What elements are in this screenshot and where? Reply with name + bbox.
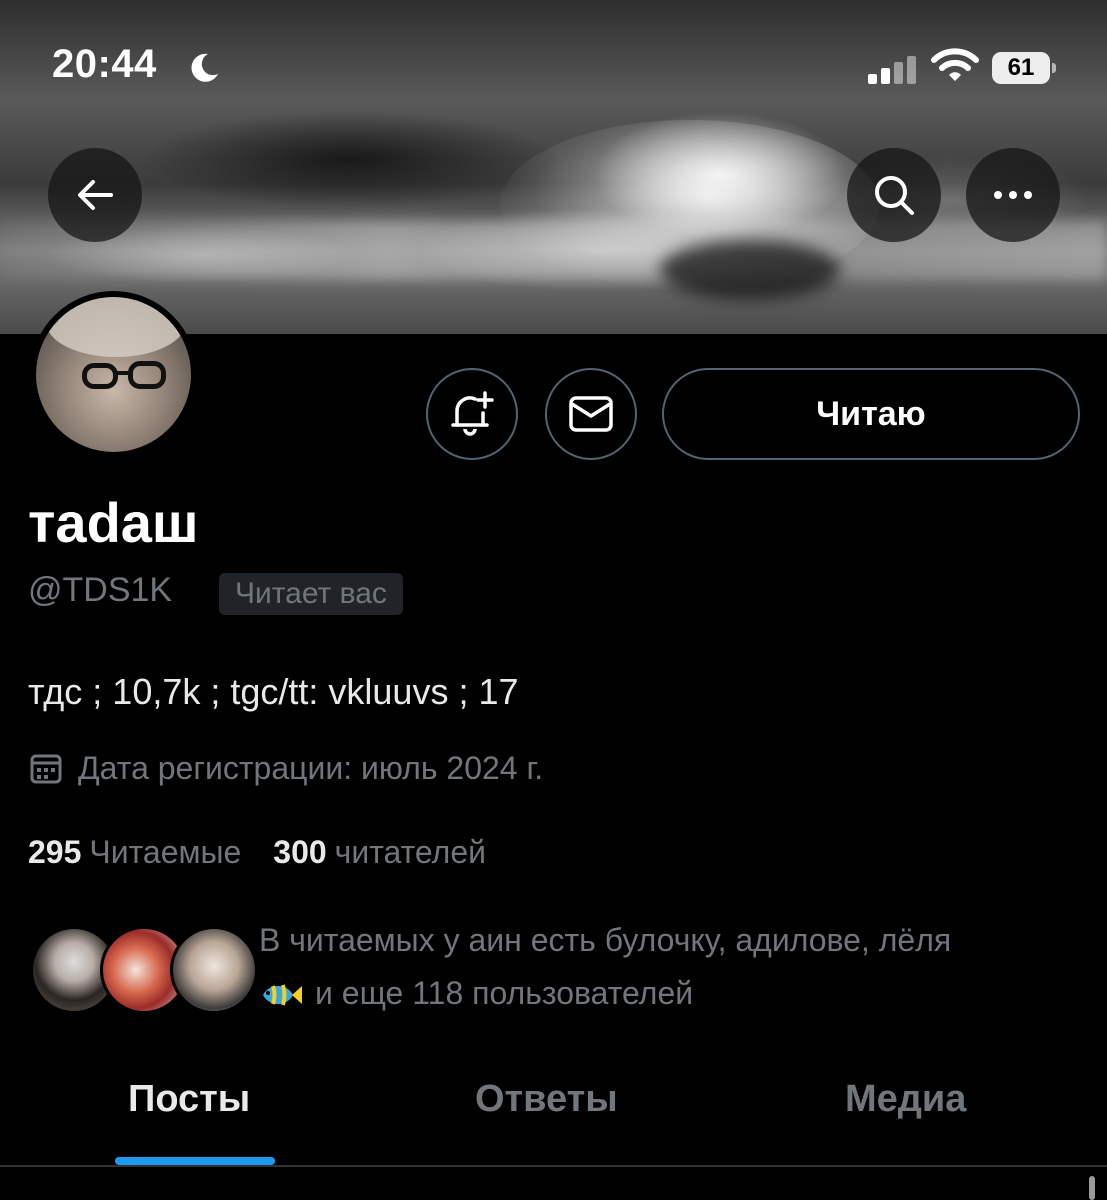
- following-label: Читаемые: [89, 834, 242, 870]
- active-tab-indicator: [115, 1157, 275, 1165]
- join-date-text: Дата регистрации: июль 2024 г.: [78, 749, 544, 786]
- following-link[interactable]: 295 Читаемые: [28, 834, 241, 871]
- banner-wave-foam-lower: [0, 220, 1107, 280]
- avatar-hair: [46, 297, 186, 357]
- avatar-glasses-right: [128, 361, 166, 389]
- following-button[interactable]: Читаю: [662, 368, 1080, 460]
- handle: @TDS1K: [28, 571, 173, 609]
- bio: тдс ; 10,7k ; tgc/tt: vkluuvs ; 17: [28, 671, 519, 712]
- known-followers-line2: и еще 118 пользователей: [315, 975, 694, 1011]
- followers-link[interactable]: 300 читателей: [273, 834, 486, 871]
- profile-avatar[interactable]: [30, 291, 197, 458]
- search-button[interactable]: [847, 148, 941, 242]
- join-date: Дата регистрации: июль 2024 г.: [28, 750, 543, 786]
- known-follower-avatar: [170, 926, 258, 1014]
- profile-tabs: Посты Ответы Медиа: [0, 1050, 1107, 1166]
- known-followers-avatars[interactable]: [30, 926, 258, 1016]
- wifi-icon: [931, 48, 979, 81]
- status-time: 20:44: [52, 42, 157, 86]
- battery-cap: [1052, 63, 1056, 73]
- more-icon: [994, 191, 1032, 199]
- tropical-fish-icon: [263, 984, 302, 1006]
- more-button[interactable]: [966, 148, 1060, 242]
- display-name: тadаш: [28, 491, 199, 554]
- battery-level: 61: [1007, 54, 1035, 81]
- followers-count: 300: [273, 834, 327, 870]
- known-followers-line1: В читаемых у аин есть булочку, адилове, …: [259, 922, 952, 958]
- scrollbar[interactable]: [1089, 1176, 1095, 1200]
- signal-icon: [868, 56, 916, 84]
- avatar-glasses-left: [82, 363, 118, 389]
- bell-plus-icon: [451, 391, 494, 436]
- mail-icon: [569, 396, 613, 432]
- follow-stats: 295 Читаемые 300 читателей: [28, 834, 518, 871]
- tab-replies[interactable]: Ответы: [475, 1078, 618, 1121]
- notifications-button[interactable]: [426, 368, 518, 460]
- back-arrow-icon: [78, 180, 113, 210]
- banner-wave-shadow: [660, 240, 840, 300]
- tab-posts[interactable]: Посты: [128, 1078, 250, 1121]
- following-count: 295: [28, 834, 82, 870]
- followers-label: читателей: [334, 834, 486, 870]
- moon-icon: [191, 53, 218, 82]
- tabs-divider: [0, 1165, 1107, 1167]
- search-icon: [875, 176, 914, 215]
- battery-icon: 61: [992, 52, 1056, 84]
- message-button[interactable]: [545, 368, 637, 460]
- known-followers-line2-wrap: и еще 118 пользователей: [259, 967, 1079, 1020]
- calendar-icon: [30, 754, 62, 784]
- follows-you-badge: Читает вас: [219, 573, 403, 615]
- known-followers-text[interactable]: В читаемых у аин есть булочку, адилове, …: [259, 914, 1079, 1020]
- tab-media[interactable]: Медиа: [845, 1078, 966, 1121]
- back-button[interactable]: [48, 148, 142, 242]
